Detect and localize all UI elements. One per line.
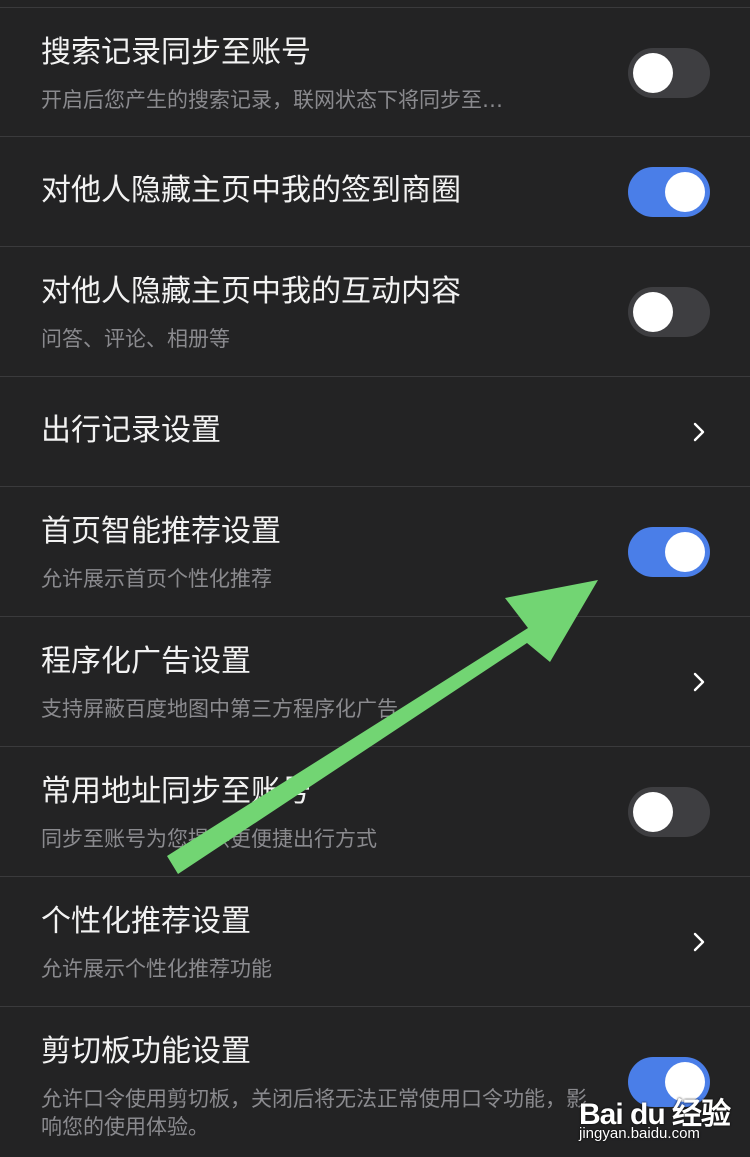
address-sync-toggle[interactable]: [628, 787, 710, 837]
setting-subtitle: 支持屏蔽百度地图中第三方程序化广告: [41, 697, 398, 721]
privacy-settings-screen: 搜索记录同步至账号 开启后您产生的搜索记录，联网状态下将同步至… 对他人隐藏主页…: [0, 0, 750, 1157]
setting-title: 程序化广告设置: [41, 644, 251, 679]
search-history-sync-toggle[interactable]: [628, 48, 710, 98]
chevron-right-icon[interactable]: [688, 931, 710, 953]
hide-checkin-area-toggle[interactable]: [628, 167, 710, 217]
toggle-knob: [633, 53, 673, 93]
setting-subtitle: 同步至账号为您提供更便捷出行方式: [41, 827, 377, 851]
watermark-url: jingyan.baidu.com: [579, 1125, 700, 1142]
setting-subtitle: 允许口令使用剪切板，关闭后将无法正常使用口令功能，影响您的使用体验。: [41, 1087, 587, 1139]
toggle-knob: [633, 292, 673, 332]
chevron-right-icon[interactable]: [688, 671, 710, 693]
setting-row-travel-record[interactable]: 出行记录设置: [0, 377, 750, 487]
setting-title: 对他人隐藏主页中我的互动内容: [41, 274, 461, 309]
setting-title: 对他人隐藏主页中我的签到商圈: [41, 173, 461, 208]
toggle-knob: [665, 532, 705, 572]
setting-title: 首页智能推荐设置: [41, 514, 281, 549]
setting-subtitle: 开启后您产生的搜索记录，联网状态下将同步至…: [41, 88, 503, 112]
setting-subtitle: 问答、评论、相册等: [41, 327, 230, 351]
setting-row-hide-checkin-area[interactable]: 对他人隐藏主页中我的签到商圈: [0, 137, 750, 247]
setting-row-search-history-sync[interactable]: 搜索记录同步至账号 开启后您产生的搜索记录，联网状态下将同步至…: [0, 7, 750, 137]
toggle-knob: [665, 172, 705, 212]
setting-row-programmatic-ads[interactable]: 程序化广告设置 支持屏蔽百度地图中第三方程序化广告: [0, 617, 750, 747]
setting-row-address-sync[interactable]: 常用地址同步至账号 同步至账号为您提供更便捷出行方式: [0, 747, 750, 877]
setting-title: 出行记录设置: [41, 413, 221, 448]
setting-title: 个性化推荐设置: [41, 904, 251, 939]
homepage-recommend-toggle[interactable]: [628, 527, 710, 577]
setting-subtitle: 允许展示首页个性化推荐: [41, 567, 272, 591]
baidu-jingyan-watermark: Bai du 经验 jingyan.baidu.com: [575, 1075, 745, 1145]
setting-row-hide-interaction-content[interactable]: 对他人隐藏主页中我的互动内容 问答、评论、相册等: [0, 247, 750, 377]
toggle-knob: [633, 792, 673, 832]
setting-title: 常用地址同步至账号: [41, 774, 311, 809]
setting-title: 搜索记录同步至账号: [41, 35, 311, 70]
chevron-right-icon[interactable]: [688, 421, 710, 443]
setting-title: 剪切板功能设置: [41, 1034, 251, 1069]
hide-interaction-content-toggle[interactable]: [628, 287, 710, 337]
setting-row-personalized-recommend[interactable]: 个性化推荐设置 允许展示个性化推荐功能: [0, 877, 750, 1007]
setting-row-homepage-recommend[interactable]: 首页智能推荐设置 允许展示首页个性化推荐: [0, 487, 750, 617]
setting-subtitle: 允许展示个性化推荐功能: [41, 957, 272, 981]
